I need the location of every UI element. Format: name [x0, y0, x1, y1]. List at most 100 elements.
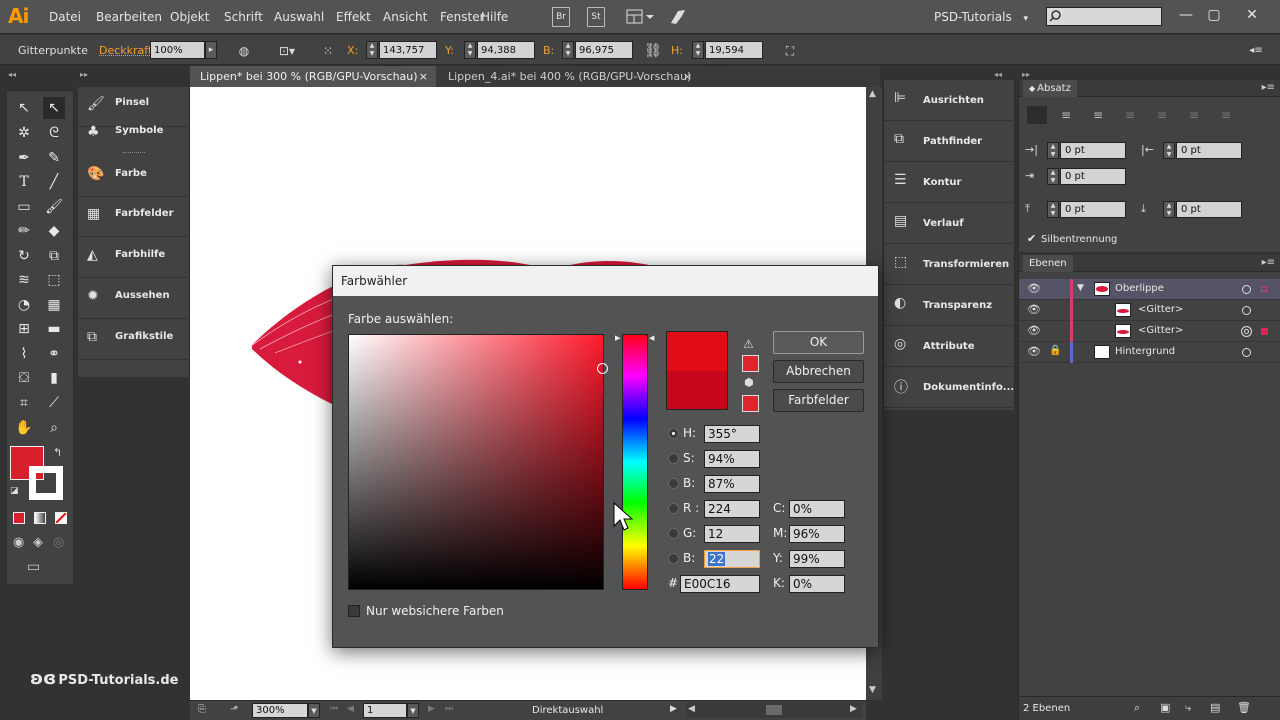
blue-radio[interactable]: [668, 553, 679, 564]
none-mode-icon[interactable]: [55, 512, 67, 524]
align-to-icon[interactable]: ⊡▾: [276, 43, 298, 59]
pencil-icon[interactable]: ✏: [13, 220, 35, 242]
right-indent-field[interactable]: 0 pt: [1176, 142, 1242, 159]
zoom-dropdown-icon[interactable]: ▼: [308, 703, 320, 718]
layer-row[interactable]: 👁 <Gitter>: [1019, 321, 1280, 342]
swap-colors-icon[interactable]: ↰: [53, 446, 62, 459]
hex-field[interactable]: E00C16: [680, 575, 760, 593]
eyedropper-icon[interactable]: ⌇: [13, 343, 35, 365]
search-input[interactable]: [1046, 7, 1162, 26]
selection-tool-icon[interactable]: ↖: [13, 97, 35, 119]
shape-builder-icon[interactable]: ◔: [13, 294, 35, 316]
red-field[interactable]: 224: [704, 500, 760, 518]
workspace-switcher[interactable]: PSD-Tutorials ▾: [934, 10, 1028, 24]
rotate-view-icon[interactable]: ⬏: [230, 704, 238, 715]
panel-transparenz[interactable]: ◐ Transparenz: [884, 285, 1016, 326]
locate-object-icon[interactable]: ⌕: [1134, 701, 1140, 715]
panel-symbole[interactable]: ♣ Symbole: [78, 115, 190, 155]
panel-menu-icon[interactable]: ▸≡: [1262, 257, 1275, 268]
saturation-radio[interactable]: [668, 453, 679, 464]
pen-tool-icon[interactable]: ✒: [13, 147, 35, 169]
panel-pathfinder[interactable]: ⧉ Pathfinder: [884, 121, 1016, 162]
panel-menu-icon[interactable]: ▸≡: [1262, 82, 1275, 93]
hue-field[interactable]: 355°: [704, 425, 760, 443]
dock-grip[interactable]: [123, 152, 145, 155]
panel-farbhilfe[interactable]: ◭ Farbhilfe: [78, 238, 190, 278]
green-radio[interactable]: [668, 528, 679, 539]
eye-icon[interactable]: 👁: [1027, 303, 1043, 317]
panel-farbfelder[interactable]: ▦ Farbfelder: [78, 197, 190, 237]
color-swatches-button[interactable]: Farbfelder: [773, 389, 864, 412]
layer-row[interactable]: 👁 <Gitter>: [1019, 300, 1280, 321]
left-indent-field[interactable]: 0 pt: [1060, 142, 1126, 159]
hand-tool-icon[interactable]: ✋: [13, 417, 35, 439]
maximize-button[interactable]: ▢: [1202, 4, 1226, 26]
clipping-mask-icon[interactable]: ▣: [1160, 701, 1170, 714]
lasso-icon[interactable]: ᘓ: [43, 122, 65, 144]
height-stepper[interactable]: ▲ ▼: [692, 41, 704, 59]
panel-attribute[interactable]: ◎ Attribute: [884, 326, 1016, 367]
eraser-icon[interactable]: ◆: [43, 220, 65, 242]
magenta-field[interactable]: 96%: [789, 525, 845, 543]
tab-lippen-4[interactable]: Lippen_4.ai* bei 400 % (RGB/GPU-Vorschau…: [438, 66, 700, 87]
minimize-button[interactable]: —: [1174, 4, 1198, 26]
prev-artboard-icon[interactable]: ◀: [347, 704, 354, 714]
expand-dock-icon[interactable]: ▸▸: [80, 70, 88, 79]
direct-selection-tool-icon[interactable]: ↖: [43, 97, 65, 119]
space-after-field[interactable]: 0 pt: [1176, 201, 1242, 218]
first-artboard-icon[interactable]: ⏮: [330, 704, 338, 714]
panel-dokumentinfo[interactable]: ⓘ Dokumentinfo...: [884, 367, 1016, 408]
blue-field[interactable]: 22: [704, 550, 760, 568]
cyan-field[interactable]: 0%: [789, 500, 845, 518]
artboard-number-field[interactable]: 1: [363, 703, 407, 718]
first-line-field[interactable]: 0 pt: [1060, 168, 1126, 185]
space-before-stepper[interactable]: ▲ ▼: [1047, 201, 1059, 218]
draw-inside-icon[interactable]: ◎: [53, 535, 64, 550]
scale-tool-icon[interactable]: ⧉: [43, 245, 65, 267]
scroll-right-icon[interactable]: ▶: [850, 704, 857, 714]
x-stepper[interactable]: ▲ ▼: [366, 41, 378, 59]
artboard-dropdown-icon[interactable]: ▼: [407, 703, 419, 718]
panel-grafikstile[interactable]: ⧉ Grafikstile: [78, 320, 190, 360]
selection-indicator[interactable]: [1261, 286, 1267, 292]
align-left-icon[interactable]: [1027, 106, 1047, 124]
lock-icon[interactable]: 🔒: [1049, 345, 1061, 356]
arrange-documents-icon[interactable]: [626, 8, 656, 26]
eye-icon[interactable]: 👁: [1027, 282, 1043, 296]
close-window-button[interactable]: ✕: [1240, 4, 1264, 26]
symbol-sprayer-icon[interactable]: ⛋: [13, 367, 35, 389]
artboard-tool-icon[interactable]: ⌗: [13, 392, 35, 414]
justify-center-icon[interactable]: ≡: [1157, 108, 1173, 122]
space-after-stepper[interactable]: ▲ ▼: [1163, 201, 1175, 218]
scroll-up-icon[interactable]: ▲: [869, 89, 876, 99]
hue-slider[interactable]: [622, 334, 648, 590]
red-radio[interactable]: [668, 503, 679, 514]
new-layer-icon[interactable]: ▤: [1210, 701, 1220, 714]
stock-icon[interactable]: St: [587, 7, 605, 27]
panel-ausrichten[interactable]: ⊫ Ausrichten: [884, 80, 1016, 121]
rectangle-tool-icon[interactable]: ▭: [13, 196, 35, 218]
stroke-swatch[interactable]: [29, 466, 63, 500]
transform-icon[interactable]: ⛶: [780, 43, 800, 59]
width-stepper[interactable]: ▲ ▼: [562, 41, 574, 59]
slice-tool-icon[interactable]: ⟋: [43, 392, 65, 414]
brightness-field[interactable]: 87%: [704, 475, 760, 493]
bridge-icon[interactable]: Br: [552, 7, 570, 27]
brightness-radio[interactable]: [668, 478, 679, 489]
status-menu-icon[interactable]: ▶: [670, 704, 677, 714]
tab-absatz[interactable]: ◆ Absatz: [1023, 80, 1077, 97]
width-tool-icon[interactable]: ≋: [13, 269, 35, 291]
y-field[interactable]: 94,388 mm: [477, 41, 535, 74]
blend-tool-icon[interactable]: ⚭: [43, 343, 65, 365]
zoom-field[interactable]: 300%: [252, 703, 308, 718]
gradient-tool-icon[interactable]: ▬: [43, 318, 65, 340]
draw-normal-icon[interactable]: ◉: [13, 535, 24, 550]
menu-schrift[interactable]: Schrift: [224, 10, 263, 24]
align-right-icon[interactable]: ≡: [1093, 108, 1109, 122]
rotate-tool-icon[interactable]: ↻: [13, 245, 35, 267]
gradient-mode-icon[interactable]: [34, 512, 46, 524]
expand-dock-icon[interactable]: ◂◂: [994, 70, 1002, 79]
menu-bearbeiten[interactable]: Bearbeiten: [96, 10, 162, 24]
web-safe-swatch[interactable]: [742, 395, 759, 412]
scroll-thumb[interactable]: [766, 705, 782, 715]
